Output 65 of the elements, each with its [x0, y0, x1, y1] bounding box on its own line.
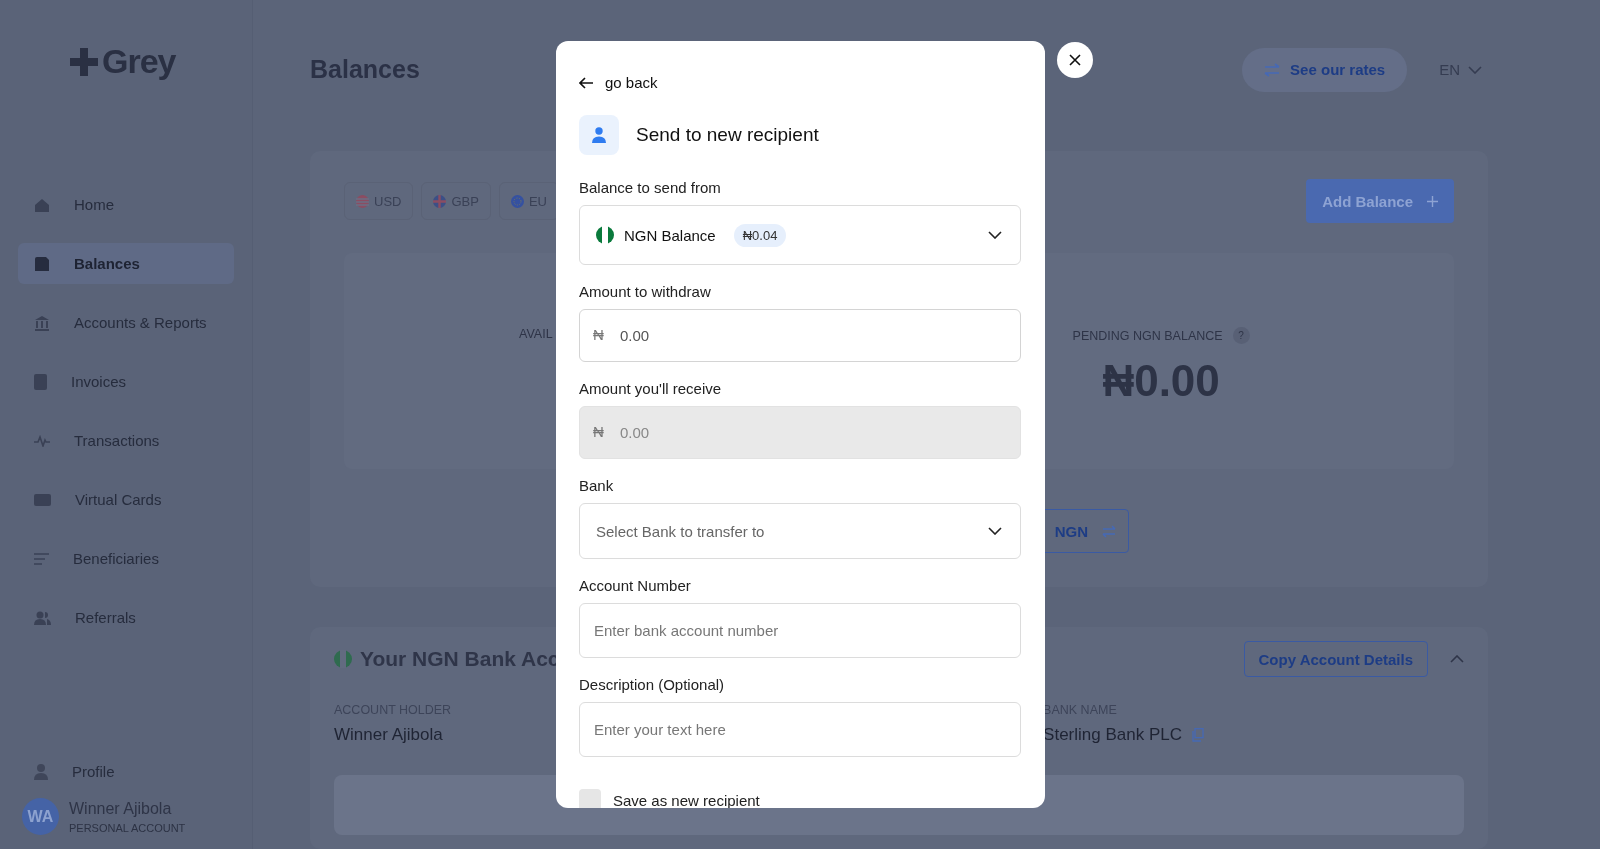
field-label: Amount to withdraw [579, 283, 712, 300]
copy-icon[interactable] [1192, 728, 1204, 742]
checkbox-label: Save as new recipient [613, 791, 760, 808]
chevron-up-icon [1450, 655, 1464, 663]
currency-symbol: ₦ [593, 423, 604, 440]
close-button[interactable] [1057, 42, 1093, 78]
logo-icon [70, 47, 98, 76]
avatar: WA [22, 798, 59, 835]
sidebar-item[interactable]: Virtual Cards [18, 479, 234, 520]
bank-icon [34, 314, 50, 331]
sidebar-item[interactable]: Accounts & Reports [18, 302, 234, 343]
flag-icon [356, 194, 369, 208]
flag-icon [433, 194, 447, 208]
balance-amount: ₦0.00 [1102, 356, 1220, 406]
select-field[interactable]: NGN Balance ₦0.04 [579, 205, 1021, 265]
chevron-down-icon [1468, 65, 1482, 74]
sidebar-item[interactable]: Home [18, 184, 234, 225]
sidebar-item[interactable]: Beneficiaries [18, 538, 234, 579]
sidebar-item[interactable]: Profile [18, 751, 234, 792]
copy-details-button[interactable]: Copy Account Details [1243, 641, 1428, 677]
balance-label: AVAIL [519, 327, 553, 341]
chevron-down-icon [988, 527, 1002, 535]
rates-button[interactable]: See our rates [1242, 47, 1408, 92]
sidebar-item[interactable]: Referrals [18, 597, 234, 638]
wallet-icon [34, 256, 50, 271]
select-value: Select Bank to transfer to [596, 522, 765, 540]
field-label: Account Number [579, 577, 692, 594]
flag-icon [596, 226, 614, 244]
field-label: Amount you'll receive [579, 380, 723, 397]
swap-icon [1264, 62, 1281, 77]
chevron-down-icon [988, 231, 1002, 239]
sidebar-item[interactable]: Transactions [18, 420, 234, 461]
person-icon [34, 763, 48, 780]
field-label: Description (Optional) [579, 676, 726, 693]
input-field[interactable]: Enter bank account number [579, 603, 1021, 658]
input-field[interactable]: Enter your text here [579, 702, 1021, 757]
flag-icon [510, 194, 524, 208]
field-label: Balance to send from [579, 179, 722, 196]
arrow-left-icon [579, 76, 593, 89]
currency-symbol: ₦ [593, 326, 604, 343]
back-link[interactable]: go back [579, 74, 658, 91]
balance-label: PENDING NGN BALANCE [1072, 328, 1223, 343]
select-field[interactable]: Select Bank to transfer to [579, 503, 1021, 559]
sidebar-item[interactable]: Invoices [18, 361, 234, 402]
document-icon [34, 373, 47, 390]
people-icon [34, 610, 51, 625]
person-icon [592, 127, 606, 143]
swap-icon [1102, 524, 1116, 538]
flag-icon [334, 650, 352, 668]
checkbox[interactable] [579, 789, 601, 808]
sidebar-item[interactable]: Balances [18, 243, 234, 284]
field-value: Sterling Bank PLC [1043, 725, 1182, 745]
select-value: NGN Balance [624, 226, 716, 244]
plus-icon [1427, 195, 1438, 207]
balance-badge: ₦0.04 [733, 223, 787, 247]
close-icon [1069, 54, 1081, 66]
add-balance-button[interactable]: Add Balance [1306, 179, 1454, 223]
field-label: Bank [579, 477, 615, 494]
card-icon [34, 493, 51, 506]
field-value: Winner Ajibola [334, 725, 443, 745]
help-icon[interactable]: ? [1232, 327, 1250, 344]
list-icon [34, 552, 49, 565]
modal-title: Send to new recipient [636, 124, 819, 146]
home-icon [34, 196, 50, 213]
pulse-icon [34, 434, 50, 447]
